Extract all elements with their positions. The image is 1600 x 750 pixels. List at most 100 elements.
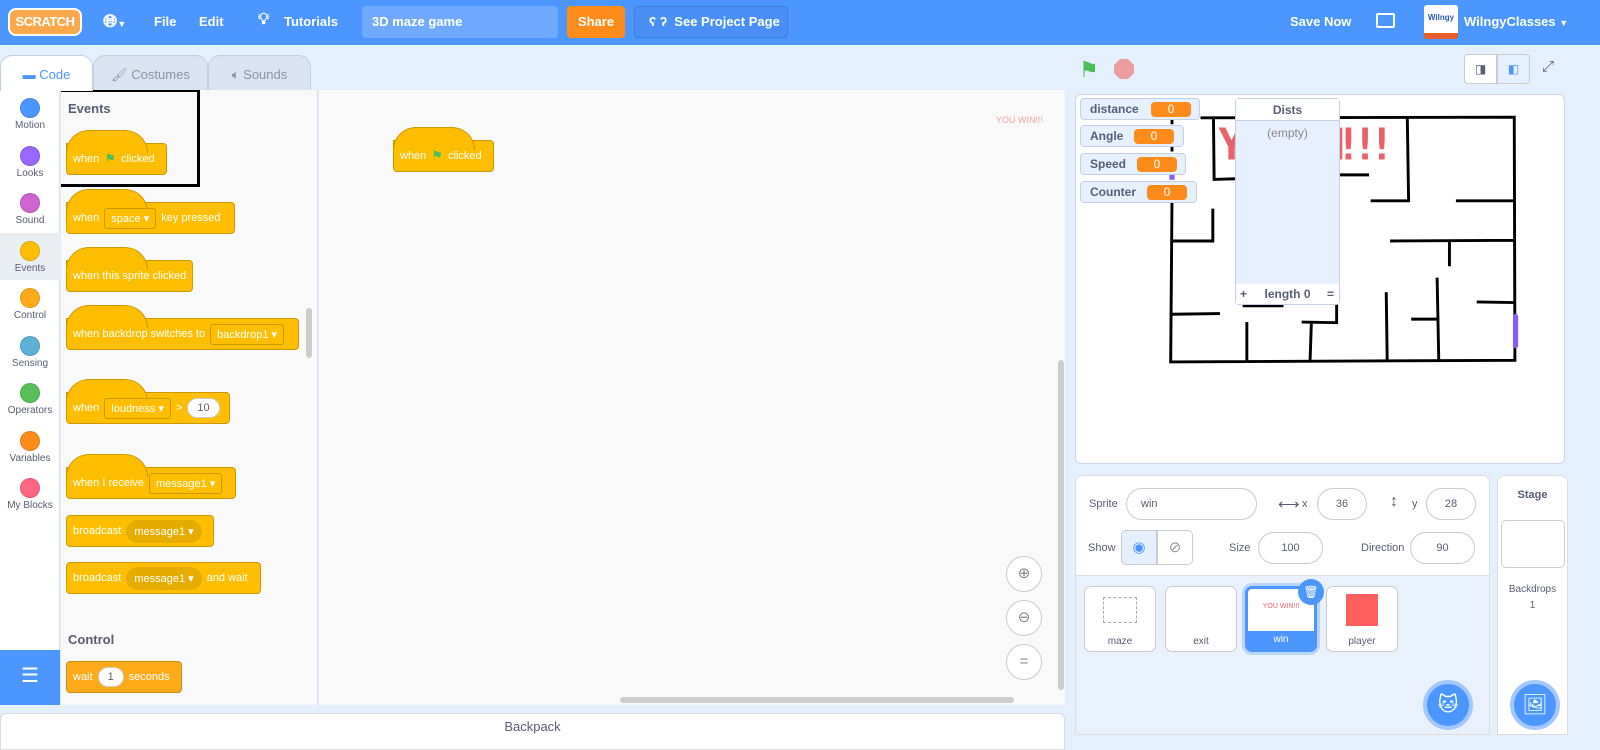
when-backdrop-switches-block[interactable]: when backdrop switches to backdrop1 ▾ bbox=[66, 305, 299, 350]
horizontal-arrows-icon: ⟷ bbox=[1278, 496, 1300, 513]
save-now-button[interactable]: Save Now bbox=[1290, 14, 1351, 29]
show-visible-button[interactable]: ◉ bbox=[1121, 530, 1157, 565]
sprite-info-panel: Sprite win ⟷ x 36 ↕ y 28 Show ◉ ⊘ Size 1… bbox=[1075, 475, 1490, 575]
scratch-logo[interactable]: SCRATCH bbox=[8, 8, 82, 36]
monitor-value: 0 bbox=[1134, 129, 1174, 144]
list-resize-handle[interactable]: = bbox=[1327, 284, 1334, 304]
sensor-dropdown[interactable]: loudness ▾ bbox=[104, 397, 171, 419]
monitor-distance[interactable]: distance 0 bbox=[1080, 98, 1200, 120]
message-dropdown[interactable]: message1 ▾ bbox=[126, 519, 202, 543]
list-monitor-dists[interactable]: Dists (empty) + length 0 = bbox=[1235, 98, 1340, 305]
category-events[interactable]: Events bbox=[0, 233, 60, 280]
tab-costumes[interactable]: 🖌︎ Costumes bbox=[93, 55, 208, 91]
monitor-angle[interactable]: Angle 0 bbox=[1080, 125, 1184, 147]
share-button[interactable]: Share bbox=[567, 6, 625, 38]
green-flag-button[interactable]: ⚑ bbox=[1079, 57, 1099, 83]
fullscreen-icon: ⤢ bbox=[1542, 58, 1555, 75]
list-add-button[interactable]: + bbox=[1240, 284, 1247, 304]
edit-menu[interactable]: Edit bbox=[199, 14, 224, 29]
message-dropdown[interactable]: message1 ▾ bbox=[126, 566, 202, 590]
when-flag-clicked-script-block[interactable]: when ⚑ clicked bbox=[393, 127, 494, 172]
username: WilngyClasses bbox=[1464, 14, 1556, 29]
show-hidden-button[interactable]: ⊘ bbox=[1157, 530, 1193, 565]
wait-block[interactable]: wait 1 seconds bbox=[66, 661, 182, 693]
zoom-in-icon: ⊕ bbox=[1017, 565, 1031, 582]
backdrop-thumbnail bbox=[1500, 520, 1565, 568]
zoom-in-button[interactable]: ⊕ bbox=[1006, 556, 1042, 592]
category-label: Variables bbox=[9, 453, 51, 464]
username-menu[interactable]: WilngyClasses ▼ bbox=[1464, 14, 1568, 29]
large-stage-button[interactable]: ◧ bbox=[1497, 54, 1530, 84]
message-dropdown[interactable]: message1 ▾ bbox=[148, 472, 223, 494]
choose-sprite-button[interactable]: 🐱︎ bbox=[1423, 680, 1473, 730]
block-text: when bbox=[73, 402, 100, 414]
category-label: Control bbox=[13, 310, 47, 321]
see-project-page-button[interactable]: ʕ ʔ See Project Page bbox=[634, 6, 788, 38]
size-input[interactable]: 100 bbox=[1258, 532, 1323, 564]
key-dropdown[interactable]: space ▾ bbox=[104, 207, 157, 229]
horizontal-scrollbar[interactable] bbox=[620, 697, 1014, 703]
value-input[interactable]: 1 bbox=[97, 667, 124, 687]
stop-button[interactable] bbox=[1114, 59, 1134, 79]
direction-label: Direction bbox=[1361, 542, 1405, 554]
project-title-input[interactable]: 3D maze game bbox=[362, 6, 558, 38]
category-label: Operators bbox=[7, 405, 53, 416]
fullscreen-button[interactable]: ⤢ bbox=[1542, 58, 1554, 75]
category-motion[interactable]: Motion bbox=[0, 90, 60, 137]
category-my-blocks[interactable]: My Blocks bbox=[0, 470, 60, 517]
x-input[interactable]: 36 bbox=[1317, 488, 1367, 520]
script-area[interactable]: when ⚑ clicked YOU WIN!!! ⊕ ⊖ = bbox=[319, 90, 1065, 705]
category-looks[interactable]: Looks bbox=[0, 138, 60, 185]
code-icon: ▬ bbox=[22, 67, 40, 82]
zoom-reset-button[interactable]: = bbox=[1006, 644, 1042, 680]
delete-sprite-button[interactable]: 🗑︎ bbox=[1298, 579, 1324, 605]
lightbulb-icon: 💡︎ bbox=[258, 11, 270, 28]
when-sprite-clicked-block[interactable]: when this sprite clicked bbox=[66, 247, 193, 292]
category-sensing[interactable]: Sensing bbox=[0, 328, 60, 375]
vertical-scrollbar[interactable] bbox=[1058, 360, 1064, 690]
globe-icon[interactable]: 🌐︎▼ bbox=[103, 11, 126, 32]
tab-label: Code bbox=[39, 67, 71, 82]
file-menu[interactable]: File bbox=[154, 14, 176, 29]
value-input[interactable]: 10 bbox=[187, 398, 220, 418]
tab-code[interactable]: ▬ Code bbox=[0, 55, 93, 91]
sprite-name-input[interactable]: win bbox=[1126, 488, 1257, 520]
small-stage-button[interactable]: ◨ bbox=[1464, 54, 1497, 84]
tab-label: Costumes bbox=[131, 67, 190, 82]
when-flag-clicked-block[interactable]: when ⚑ clicked bbox=[66, 130, 167, 175]
speaker-icon: 🔈︎ bbox=[231, 67, 244, 82]
folder-icon[interactable] bbox=[1376, 13, 1395, 28]
monitor-speed[interactable]: Speed 0 bbox=[1080, 153, 1186, 175]
category-menu: Motion Looks Sound Events Control Sensin… bbox=[0, 90, 60, 650]
choose-backdrop-button[interactable]: 🖼︎ bbox=[1510, 680, 1560, 730]
dropdown-value: message1 bbox=[134, 572, 186, 585]
when-key-pressed-block[interactable]: when space ▾ key pressed bbox=[66, 189, 235, 234]
direction-input[interactable]: 90 bbox=[1410, 532, 1475, 564]
category-variables[interactable]: Variables bbox=[0, 423, 60, 470]
backpack[interactable]: Backpack bbox=[0, 713, 1065, 750]
y-input[interactable]: 28 bbox=[1426, 488, 1476, 520]
backdrop-dropdown[interactable]: backdrop1 ▾ bbox=[210, 323, 285, 345]
when-i-receive-block[interactable]: when I receive message1 ▾ bbox=[66, 454, 236, 499]
monitor-counter[interactable]: Counter 0 bbox=[1080, 181, 1197, 203]
category-sound[interactable]: Sound bbox=[0, 185, 60, 232]
avatar[interactable]: Wilngy bbox=[1424, 5, 1458, 39]
add-extension-button[interactable]: ☰ bbox=[0, 650, 60, 705]
palette-scrollbar[interactable] bbox=[306, 308, 312, 358]
sprite-thumb-player[interactable]: player bbox=[1326, 586, 1398, 652]
when-loudness-block[interactable]: when loudness ▾ >10 bbox=[66, 379, 230, 424]
sprite-thumb-exit[interactable]: exit bbox=[1165, 586, 1237, 652]
tutorials-button[interactable]: Tutorials bbox=[284, 14, 338, 29]
broadcast-block[interactable]: broadcast message1 ▾ bbox=[66, 515, 214, 547]
zoom-out-button[interactable]: ⊖ bbox=[1006, 600, 1042, 636]
category-control[interactable]: Control bbox=[0, 280, 60, 327]
sprite-name: exit bbox=[1193, 636, 1209, 647]
tab-sounds[interactable]: 🔈︎ Sounds bbox=[208, 55, 311, 91]
block-text: seconds bbox=[128, 671, 170, 683]
zoom-out-icon: ⊖ bbox=[1017, 609, 1031, 626]
control-heading: Control bbox=[68, 632, 115, 647]
monitor-label: Speed bbox=[1090, 157, 1127, 171]
sprite-thumb-maze[interactable]: maze bbox=[1084, 586, 1156, 652]
broadcast-and-wait-block[interactable]: broadcast message1 ▾ and wait bbox=[66, 562, 261, 594]
category-operators[interactable]: Operators bbox=[0, 375, 60, 422]
